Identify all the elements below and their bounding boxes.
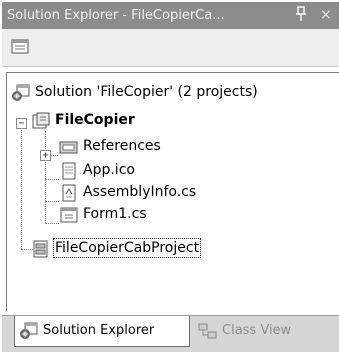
form-icon bbox=[59, 206, 79, 224]
cab-project-label: FileCopierCabProject bbox=[52, 238, 202, 258]
tree-line bbox=[45, 201, 59, 202]
cs-file-icon bbox=[59, 184, 79, 202]
tab-label: Solution Explorer bbox=[43, 323, 155, 338]
solution-icon bbox=[11, 84, 31, 102]
assemblyinfo-label: AssemblyInfo.cs bbox=[83, 184, 197, 200]
references-icon bbox=[59, 138, 79, 156]
tab-solution-explorer[interactable]: Solution Explorer bbox=[14, 316, 190, 347]
solution-tree: − + Solution 'FileCopier' (2 projects) F… bbox=[6, 72, 339, 311]
references-label: References bbox=[83, 138, 161, 154]
tab-strip: Solution Explorer Class View bbox=[2, 315, 339, 352]
tree-line bbox=[50, 155, 58, 156]
properties-icon[interactable] bbox=[10, 37, 32, 57]
file-icon bbox=[59, 162, 79, 180]
pin-icon[interactable] bbox=[295, 6, 307, 26]
tree-line bbox=[45, 131, 46, 223]
tab-class-view[interactable]: Class View bbox=[194, 316, 336, 346]
expand-expander[interactable]: + bbox=[40, 150, 51, 161]
project-icon bbox=[31, 112, 51, 130]
form1-label: Form1.cs bbox=[83, 206, 147, 222]
project-label: FileCopier bbox=[55, 112, 135, 128]
title-bar: Solution Explorer - FileCopierCa... × bbox=[2, 2, 339, 29]
solution-label: Solution 'FileCopier' (2 projects) bbox=[35, 84, 258, 100]
tab-label: Class View bbox=[222, 323, 292, 338]
window-title: Solution Explorer - FileCopierCa... bbox=[7, 8, 225, 23]
close-icon[interactable]: × bbox=[320, 7, 332, 23]
app-ico-label: App.ico bbox=[83, 162, 135, 178]
tree-line bbox=[45, 179, 59, 180]
tree-line bbox=[21, 123, 22, 249]
class-view-icon bbox=[198, 322, 218, 340]
toolbar bbox=[2, 29, 339, 67]
cab-project-icon bbox=[31, 240, 51, 258]
collapse-expander[interactable]: − bbox=[16, 118, 27, 129]
solution-explorer-icon bbox=[19, 322, 39, 340]
tree-line bbox=[45, 223, 59, 224]
